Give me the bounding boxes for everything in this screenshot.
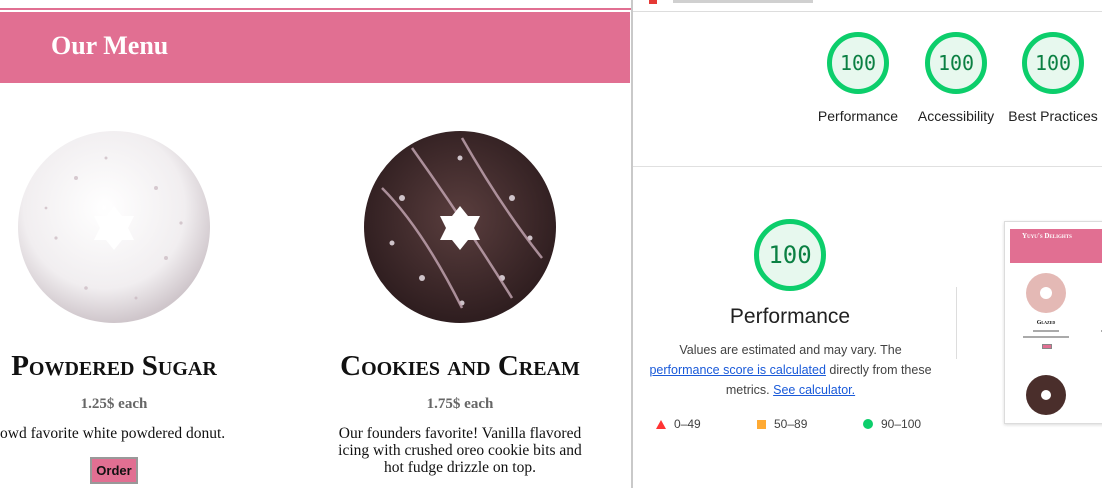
order-button[interactable]: Order [90, 457, 138, 484]
inner-divider [956, 287, 957, 359]
product-description-cookies-and-cream: Our founders favorite! Vanilla flavored … [338, 425, 582, 476]
best-practices-score-label[interactable]: Best Practices [1008, 106, 1098, 126]
performance-description: Values are estimated and may vary. The p… [643, 340, 938, 400]
menu-title: Our Menu [51, 31, 169, 60]
thumbnail-site-title: Yuyu's Delights [1022, 232, 1072, 240]
performance-score-label[interactable]: Performance [803, 106, 913, 126]
header-top-border [0, 8, 632, 10]
report-url-text [673, 0, 813, 3]
thumbnail-header: Yuyu's Delights [1010, 229, 1102, 263]
legend-pass-range: 90–100 [881, 417, 922, 431]
thumbnail-desc-line [1023, 336, 1069, 338]
desc-text-1: Values are estimated and may vary. The [679, 343, 902, 357]
thumbnail-glazed-donut-image [1026, 273, 1066, 313]
thumbnail-item-name: Glazed [1036, 320, 1056, 326]
section-divider [633, 166, 1102, 167]
product-name-powdered-sugar: Powdered Sugar [11, 350, 217, 382]
main-performance-gauge: 100 [754, 219, 826, 291]
thumbnail-order-button [1042, 344, 1052, 349]
cookies-and-cream-donut-image [364, 131, 556, 323]
website-preview: Our Menu Powdered Sugar 1.25$ each rowd … [0, 0, 632, 488]
report-topbar [633, 0, 1102, 12]
legend-average-range: 50–89 [774, 417, 808, 431]
best-practices-score-gauge[interactable]: 100 [1022, 32, 1084, 94]
product-name-cookies-and-cream: Cookies and Cream [340, 350, 580, 382]
product-description-powdered-sugar: rowd favorite white powdered donut. [0, 425, 226, 442]
legend-fail: 0–49 [656, 417, 701, 431]
report-icon [649, 0, 657, 4]
performance-score-gauge[interactable]: 100 [827, 32, 889, 94]
legend-fail-range: 0–49 [674, 417, 701, 431]
square-icon [757, 419, 766, 429]
performance-title: Performance [729, 305, 851, 328]
lighthouse-report: 100 Performance 100 Accessibility 100 Be… [633, 0, 1102, 488]
accessibility-score-label[interactable]: Accessibility [901, 106, 1011, 126]
thumbnail-chocolate-donut-image [1026, 375, 1066, 415]
see-calculator-link[interactable]: See calculator. [773, 383, 855, 397]
legend-pass: 90–100 [863, 417, 921, 431]
triangle-icon [656, 419, 666, 429]
thumbnail-price-line [1033, 330, 1059, 332]
powdered-sugar-donut-image [18, 131, 210, 323]
legend-average: 50–89 [757, 417, 807, 431]
product-price-powdered-sugar: 1.25$ each [80, 396, 148, 412]
menu-header-banner: Our Menu [0, 12, 630, 83]
accessibility-score-gauge[interactable]: 100 [925, 32, 987, 94]
product-price-cookies-and-cream: 1.75$ each [426, 396, 494, 412]
circle-icon [863, 419, 873, 429]
final-screenshot-thumbnail[interactable]: Yuyu's Delights Glazed [1004, 221, 1102, 424]
performance-score-link[interactable]: performance score is calculated [649, 363, 825, 377]
